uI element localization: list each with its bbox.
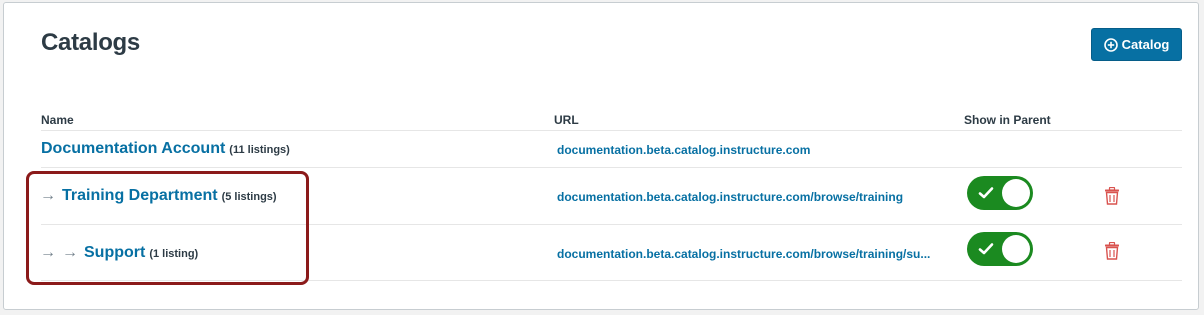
column-header-url: URL: [554, 113, 579, 127]
trash-icon[interactable]: [1104, 187, 1120, 205]
show-in-parent-toggle[interactable]: [967, 176, 1033, 210]
catalog-name-link[interactable]: Documentation Account: [41, 140, 225, 158]
listing-count: (11 listings): [229, 144, 290, 156]
column-header-name: Name: [41, 113, 74, 127]
add-catalog-button[interactable]: Catalog: [1091, 28, 1182, 61]
plus-circle-icon: [1103, 37, 1118, 52]
trash-icon[interactable]: [1104, 242, 1120, 260]
catalog-url-link[interactable]: documentation.beta.catalog.instructure.c…: [557, 143, 810, 157]
row-name-cell: Documentation Account (11 listings): [41, 140, 290, 158]
page-title: Catalogs: [41, 29, 140, 56]
row-divider: [41, 167, 1182, 168]
check-icon: [978, 187, 994, 199]
header-divider: [41, 130, 1182, 131]
catalogs-panel: Catalogs Catalog Name URL Show in Parent…: [3, 2, 1199, 310]
check-icon: [978, 243, 994, 255]
annotation-highlight-box: [26, 171, 309, 285]
add-catalog-label: Catalog: [1121, 37, 1170, 52]
show-in-parent-toggle[interactable]: [967, 232, 1033, 266]
column-header-show-in-parent: Show in Parent: [964, 113, 1051, 127]
toggle-knob: [1002, 235, 1030, 263]
toggle-knob: [1002, 179, 1030, 207]
catalog-url-link[interactable]: documentation.beta.catalog.instructure.c…: [557, 247, 930, 261]
catalog-url-link[interactable]: documentation.beta.catalog.instructure.c…: [557, 190, 903, 204]
